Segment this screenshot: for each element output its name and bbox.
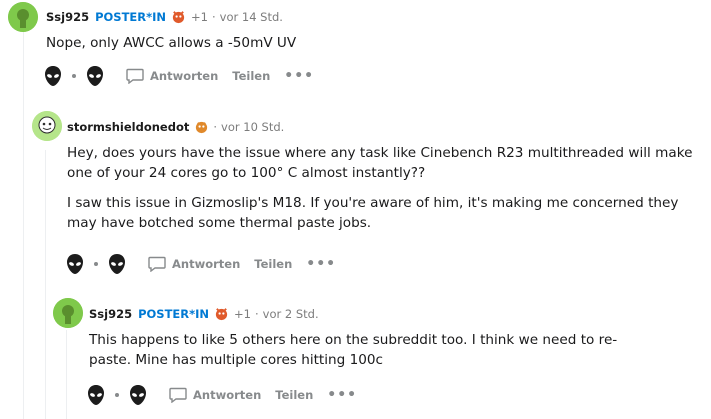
alien-upvote-icon	[45, 66, 61, 86]
reply-button[interactable]: Antworten	[126, 68, 218, 84]
score: +1	[191, 9, 208, 24]
downvote-button[interactable]	[127, 382, 149, 408]
comment-bubble-icon	[126, 68, 144, 84]
alien-downvote-icon	[130, 385, 146, 405]
vote-separator	[72, 74, 76, 78]
user-flair: POSTER*IN	[138, 306, 210, 321]
alien-downvote-icon	[109, 254, 125, 274]
vote-separator	[94, 262, 98, 266]
avatar[interactable]	[8, 2, 38, 32]
reply-label: Antworten	[172, 257, 241, 271]
downvote-button[interactable]	[84, 63, 106, 89]
timestamp[interactable]: vor 2 Std.	[263, 307, 319, 321]
alien-downvote-icon	[87, 66, 103, 86]
share-label: Teilen	[232, 69, 271, 83]
downvote-button[interactable]	[106, 251, 128, 277]
upvote-button[interactable]	[64, 251, 86, 277]
share-button[interactable]: Teilen	[275, 388, 313, 402]
comment-meta: Ssj925 POSTER*IN +1 · vor 2 Std.	[89, 306, 319, 321]
comment-actions: Antworten Teilen •••	[64, 251, 336, 277]
comment-paragraph: This happens to like 5 others here on th…	[89, 332, 618, 368]
comment-actions: Antworten Teilen •••	[42, 63, 314, 89]
comment-paragraph: Nope, only AWCC allows a -50mV UV	[46, 35, 297, 51]
thread-line[interactable]	[23, 32, 24, 419]
comment-body: Hey, does yours have the issue where any…	[67, 143, 697, 243]
avatar[interactable]	[32, 111, 62, 141]
comment-bubble-icon	[148, 256, 166, 272]
comment-actions: Antworten Teilen •••	[85, 382, 357, 408]
username[interactable]: Ssj925	[89, 307, 132, 321]
user-flair: POSTER*IN	[95, 9, 167, 24]
share-button[interactable]: Teilen	[254, 257, 292, 271]
comment-meta: stormshieldonedot · vor 10 Std.	[67, 119, 285, 134]
alien-upvote-icon	[67, 254, 83, 274]
reply-label: Antworten	[193, 388, 262, 402]
reply-label: Antworten	[150, 69, 219, 83]
thread-line[interactable]	[66, 330, 67, 419]
avatar[interactable]	[53, 298, 83, 328]
username[interactable]: stormshieldonedot	[67, 120, 189, 134]
comment-body: This happens to like 5 others here on th…	[89, 330, 659, 380]
snoo-emoji-icon	[196, 121, 208, 134]
more-options-button[interactable]: •••	[327, 387, 357, 403]
thread-line[interactable]	[45, 150, 46, 419]
more-options-button[interactable]: •••	[284, 68, 314, 84]
alien-upvote-icon	[88, 385, 104, 405]
upvote-button[interactable]	[85, 382, 107, 408]
snoo-emoji-icon	[215, 308, 228, 321]
snoo-emoji-icon	[172, 11, 185, 24]
reply-button[interactable]: Antworten	[169, 387, 261, 403]
username[interactable]: Ssj925	[46, 10, 89, 24]
vote-separator	[115, 393, 119, 397]
score: +1	[234, 306, 251, 321]
comment-bubble-icon	[169, 387, 187, 403]
share-label: Teilen	[275, 388, 314, 402]
timestamp[interactable]: vor 14 Std.	[220, 10, 283, 24]
comment-paragraph: Hey, does yours have the issue where any…	[67, 145, 693, 181]
comment-meta: Ssj925 POSTER*IN +1 · vor 14 Std.	[46, 9, 283, 24]
share-button[interactable]: Teilen	[232, 69, 270, 83]
more-options-button[interactable]: •••	[306, 256, 336, 272]
comment-body: Nope, only AWCC allows a -50mV UV	[46, 33, 686, 63]
upvote-button[interactable]	[42, 63, 64, 89]
timestamp[interactable]: vor 10 Std.	[221, 120, 284, 134]
share-label: Teilen	[254, 257, 293, 271]
reply-button[interactable]: Antworten	[148, 256, 240, 272]
comment-paragraph: I saw this issue in Gizmoslip's M18. If …	[67, 195, 679, 231]
